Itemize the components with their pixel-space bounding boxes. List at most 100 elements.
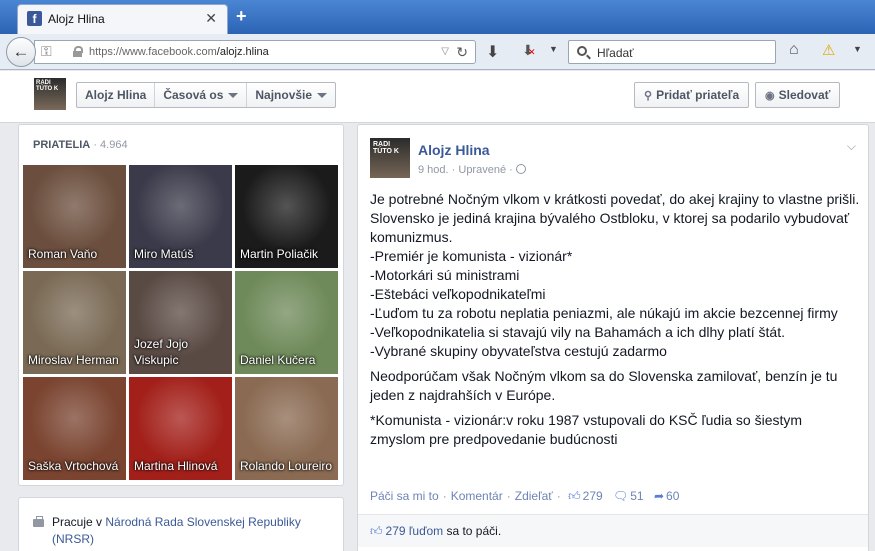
briefcase-icon [33,516,44,527]
post-paragraph-2: Neodporúčam však Nočným vlkom sa do Slov… [370,368,838,403]
recent-button[interactable]: Najnovšie [247,83,335,107]
chevron-down-icon [228,93,239,99]
friend-tile[interactable]: Roman Vaňo [23,165,126,268]
friends-heading[interactable]: PRIATELIA · 4.964 [33,139,128,151]
friend-name[interactable]: Martina Hlinová [134,458,229,474]
likes-summary-text: 👍︎ 279 ľuďom sa to páči. [370,524,501,539]
post-author-name[interactable]: Alojz Hlina [418,142,490,158]
url-history-dropdown-icon[interactable]: ▽ [441,46,449,57]
friend-tile[interactable]: Saška Vrtochová [23,377,126,480]
follow-button[interactable]: ◉ Sledovať [755,82,841,108]
friend-tile[interactable]: Jozef Jojo Viskupic [129,271,232,374]
rss-icon: ◉ [765,90,775,102]
likes-summary: 👍︎ 279 ľuďom sa to páči. [358,514,868,547]
url-text: https://www.facebook.com/alojz.hlina [89,46,269,58]
chevron-down-icon [317,93,328,99]
browser-tab[interactable]: f Alojz Hlina ✕ [17,4,228,34]
home-icon[interactable]: ⌂ [789,41,799,59]
friend-name[interactable]: Martin Poliačik [240,246,335,262]
post-timestamp[interactable]: 9 hod. [418,164,449,176]
friend-name[interactable]: Jozef Jojo Viskupic [134,336,229,368]
timeline-button[interactable]: Časová os [155,83,248,107]
like-link[interactable]: Páči sa mi to [370,489,439,503]
adblock-icon[interactable]: ⬇ [522,42,535,59]
post-line: -Eštebáci veľkopodnikateľmi [370,286,546,302]
friend-name[interactable]: Rolando Loureiro [240,458,335,474]
like-thumb-icon: 👍︎ [370,524,383,538]
profile-thumbnail[interactable]: RADI TÚTO K [34,78,66,110]
timeline-post: RADI TÚTO K Alojz Hlina 9 hod. · Upraven… [357,124,869,551]
add-friend-label: Pridať priateľa [656,88,740,102]
browser-tab-bar: f Alojz Hlina ✕ + [0,0,875,34]
intro-card: Pracuje v Národná Rada Slovenskej Republ… [18,497,344,551]
comment-link[interactable]: Komentár [451,489,503,503]
post-meta: 9 hod. · Upravené · [418,164,526,176]
friend-name[interactable]: Saška Vrtochová [28,458,123,474]
share-link[interactable]: Zdieľať [515,489,553,503]
recent-label: Najnovšie [255,88,313,102]
work-prefix: Pracuje v [52,515,103,529]
friend-name[interactable]: Roman Vaňo [28,246,123,262]
search-icon [577,46,587,56]
menu-dropdown-icon[interactable]: ▼ [853,44,862,54]
post-options-chevron-icon[interactable]: ⌵ [847,139,856,154]
likes-rest: sa to páči. [443,524,502,538]
post-edited[interactable]: · Upravené · [452,164,513,176]
post-paragraph-3: *Komunista - vizionár:v roku 1987 vstupo… [370,412,803,447]
comment-icon: 🗨︎ [613,489,629,503]
shares-count[interactable]: 60 [666,489,679,503]
post-line: Je potrebné Nočným vlkom v krátkosti pov… [370,191,860,207]
facebook-favicon-icon: f [27,11,42,26]
likers-link[interactable]: 279 ľuďom [386,524,444,538]
friend-name[interactable]: Miro Matúš [134,246,229,262]
profile-header-bar: RADI TÚTO K Alojz Hlina Časová os Najnov… [0,71,875,123]
download-icon[interactable]: ⬇ [486,42,499,62]
work-info: Pracuje v Národná Rada Slovenskej Republ… [52,514,337,548]
friend-tile[interactable]: Martina Hlinová [129,377,232,480]
friend-tile[interactable]: Daniel Kučera [235,271,338,374]
timeline-label: Časová os [163,88,224,102]
post-actions: Páči sa mi to · Komentár · Zdieľať · 👍︎ 279 🗨︎… [370,489,680,503]
friend-name[interactable]: Daniel Kučera [240,352,335,368]
post-line: -Motorkári sú ministrami [370,267,520,283]
post-line: -Premiér je komunista - vizionár* [370,248,573,264]
friend-tile[interactable]: Martin Poliačik [235,165,338,268]
friends-card: PRIATELIA · 4.964 Roman Vaňo Miro Matúš Ma… [18,124,344,486]
tab-title: Alojz Hlina [48,12,105,26]
post-line: -Veľkopodnikatelia si stavajú vily na Ba… [370,324,785,340]
profile-name-button[interactable]: Alojz Hlina [77,83,156,107]
post-body: Je potrebné Nočným vlkom v krátkosti pov… [370,190,860,455]
like-thumb-icon: 👍︎ [568,489,581,503]
globe-icon[interactable] [515,164,526,174]
close-tab-icon[interactable]: ✕ [205,10,217,27]
friends-title: PRIATELIA [33,139,91,151]
url-bar[interactable]: ⚿ https://www.facebook.com/alojz.hlina ▽… [34,40,476,64]
post-line: Slovensko je jediná krajina bývalého Ost… [370,210,850,245]
follow-label: Sledovať [778,88,831,102]
post-author-avatar[interactable]: RADI TÚTO K [370,138,410,178]
comments-count[interactable]: 51 [630,489,643,503]
key-icon: ⚿ [41,43,52,59]
adblock-dropdown-icon[interactable]: ▼ [549,44,558,54]
likes-count[interactable]: 279 [583,489,603,503]
post-line: -Ľuďom tu za robotu neplatia peniazmi, a… [370,305,838,321]
friends-count: · 4.964 [93,139,128,151]
timeline-nav: Alojz Hlina Časová os Najnovšie [76,82,337,108]
lock-icon [73,46,83,57]
browser-nav-bar: ⚿ https://www.facebook.com/alojz.hlina ▽… [0,34,875,70]
add-friend-button[interactable]: ⚲ Pridať priateľa [634,82,750,108]
back-button[interactable]: ← [6,37,36,67]
warning-icon[interactable]: ⚠ [822,41,835,59]
post-paragraph-1: Je potrebné Nočným vlkom v krátkosti pov… [370,190,860,361]
new-tab-button[interactable]: + [236,6,247,27]
friend-tile[interactable]: Rolando Loureiro [235,377,338,480]
browser-search-input[interactable]: Hľadať [568,40,776,64]
add-friend-icon: ⚲ [644,90,653,102]
friend-tile[interactable]: Miro Matúš [129,165,232,268]
reload-icon[interactable]: ↻ [456,44,468,61]
post-line: -Vybrané skupiny obyvateľstva cestujú za… [370,343,667,359]
share-arrow-icon: ➦ [653,489,665,503]
search-placeholder: Hľadať [597,46,634,60]
friend-tile[interactable]: Miroslav Herman [23,271,126,374]
friend-name[interactable]: Miroslav Herman [28,352,123,368]
